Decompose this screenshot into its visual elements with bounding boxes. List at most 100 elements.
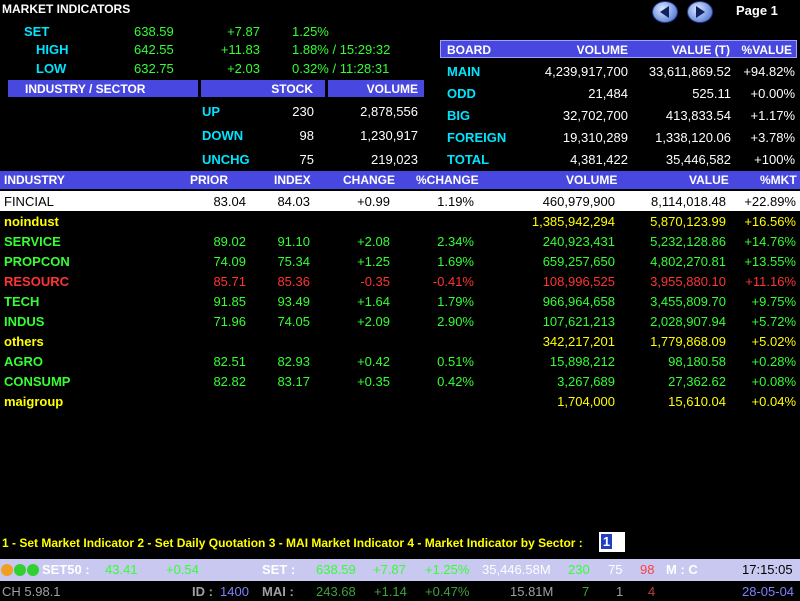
cell-change: +0.35 [357,374,390,389]
industry-sector-header: INDUSTRY / SECTOR [8,80,198,97]
board-total-value: 35,446,582 [665,152,731,167]
prev-page-button[interactable] [652,1,678,23]
board-odd-label: ODD [447,86,476,101]
page-title: MARKET INDICATORS [2,2,131,16]
table-row[interactable]: RESOURC 85.71 85.36 -0.35 -0.41% 108,996,525 3… [0,271,800,291]
cell-industry: CONSUMP [4,374,71,389]
board-odd-volume: 21,484 [588,86,628,101]
cell-change: +1.64 [357,294,390,309]
board-foreign-pct: +3.78% [750,130,795,145]
cell-pct-change: -0.41% [432,274,474,289]
board-big-label: BIG [447,108,471,123]
unchg-label: UNCHG [202,152,250,167]
table-row[interactable]: CONSUMP 82.82 83.17 +0.35 0.42% 3,267,689 27,3… [0,371,800,391]
table-row[interactable]: INDUS 71.96 74.05 +2.09 2.90% 107,621,213 2,02… [0,311,800,331]
cell-index: 85.36 [277,274,310,289]
low-label: LOW [36,61,67,76]
cell-industry: FINCIAL [4,194,54,209]
cell-index: 82.93 [277,354,310,369]
low-pct-time: 0.32% / 11:28:31 [292,61,390,76]
cell-pct-mkt: +11.16% [745,274,796,289]
status-bar-set: SET50 : 43.41 +0.54 SET : 638.59 +7.87 +… [0,559,800,581]
cell-index: 93.49 [277,294,310,309]
cell-volume: 15,898,212 [549,354,615,369]
board-odd-value: 525.11 [692,86,731,101]
status-bar-mai: CH 5.98.1 ID : 1400 MAI : 243.68 +1.14 +… [0,581,800,601]
unchg-stock: 75 [299,152,314,167]
table-row[interactable]: TECH 91.85 93.49 +1.64 1.79% 966,964,658 3,455… [0,291,800,311]
cell-volume: 240,923,431 [542,234,615,249]
cell-volume: 342,217,201 [542,334,615,349]
board-foreign-volume: 19,310,289 [562,130,628,145]
cell-pct-change: 2.34% [437,234,474,249]
cell-value: 3,955,880.10 [650,274,726,289]
table-row[interactable]: maigroup 1,704,000 15,610.04 +0.04% [0,391,800,411]
cell-pct-change: 0.42% [437,374,474,389]
cell-industry: SERVICE [4,234,61,249]
cell-pct-mkt: +16.56% [744,214,796,229]
cell-volume: 659,257,650 [542,254,615,269]
cell-industry: AGRO [4,354,43,369]
cell-industry: noindust [4,214,59,229]
cell-prior: 85.71 [213,274,246,289]
table-row[interactable]: AGRO 82.51 82.93 +0.42 0.51% 15,898,212 98,180… [0,351,800,371]
cell-pct-mkt: +0.28% [751,354,796,369]
cell-value: 5,232,128.86 [650,234,726,249]
cell-prior: 74.09 [213,254,246,269]
cell-value: 5,870,123.99 [650,214,726,229]
high-label: HIGH [36,42,69,57]
board-main-label: MAIN [447,64,481,79]
set-value: 638.59 [134,24,174,39]
table-row[interactable]: FINCIAL 83.04 84.03 +0.99 1.19% 460,979,900 8,… [0,191,800,211]
volume-header: VOLUME [328,80,424,97]
next-page-button[interactable] [687,1,713,23]
board-main-pct: +94.82% [743,64,795,79]
table-row[interactable]: noindust 1,385,942,294 5,870,123.99 +16.56% [0,211,800,231]
table-row[interactable]: others 342,217,201 1,779,868.09 +5.02% [0,331,800,351]
cell-prior: 71.96 [213,314,246,329]
cell-volume: 108,996,525 [542,274,615,289]
cell-change: +2.08 [357,234,390,249]
board-big-volume: 32,702,700 [562,108,628,123]
board-header: BOARD VOLUME VALUE (T) %VALUE [440,40,797,58]
cell-pct-mkt: +14.76% [744,234,796,249]
board-main-volume: 4,239,917,700 [544,64,628,79]
cell-change: +2.09 [357,314,390,329]
cell-volume: 1,704,000 [557,394,615,409]
cell-industry: TECH [4,294,40,309]
cell-index: 91.10 [277,234,310,249]
low-change: +2.03 [227,61,260,76]
cell-industry: others [4,334,44,349]
table-row[interactable]: SERVICE 89.02 91.10 +2.08 2.34% 240,923,431 5,… [0,231,800,251]
cell-industry: PROPCON [4,254,70,269]
down-label: DOWN [202,128,244,143]
high-value: 642.55 [134,42,174,57]
down-volume: 1,230,917 [360,128,418,143]
board-big-pct: +1.17% [750,108,795,123]
board-odd-pct: +0.00% [750,86,795,101]
cell-prior: 82.51 [213,354,246,369]
table-row[interactable]: PROPCON 74.09 75.34 +1.25 1.69% 659,257,650 4,… [0,251,800,271]
set-pct: 1.25% [292,24,329,39]
cell-value: 3,455,809.70 [650,294,726,309]
high-pct-time: 1.88% / 15:29:32 [292,42,391,57]
up-stock: 230 [292,104,314,119]
cell-change: -0.35 [360,274,390,289]
cell-pct-mkt: +0.04% [751,394,796,409]
set-label: SET [24,24,50,39]
down-stock: 98 [299,128,314,143]
prev-page-icon [660,6,669,18]
cell-value: 2,028,907.94 [650,314,726,329]
board-main-value: 33,611,869.52 [648,64,731,79]
cell-pct-change: 0.51% [437,354,474,369]
cell-pct-mkt: +13.55% [744,254,796,269]
cell-value: 4,802,270.81 [650,254,726,269]
cell-index: 83.17 [277,374,310,389]
menu-selection-input[interactable]: 1 [599,532,625,552]
cell-pct-mkt: +0.08% [751,374,796,389]
high-change: +11.83 [220,42,260,57]
cell-volume: 3,267,689 [557,374,615,389]
cell-pct-mkt: +9.75% [751,294,796,309]
cell-pct-mkt: +5.72% [751,314,796,329]
page-indicator: Page 1 [736,3,778,18]
